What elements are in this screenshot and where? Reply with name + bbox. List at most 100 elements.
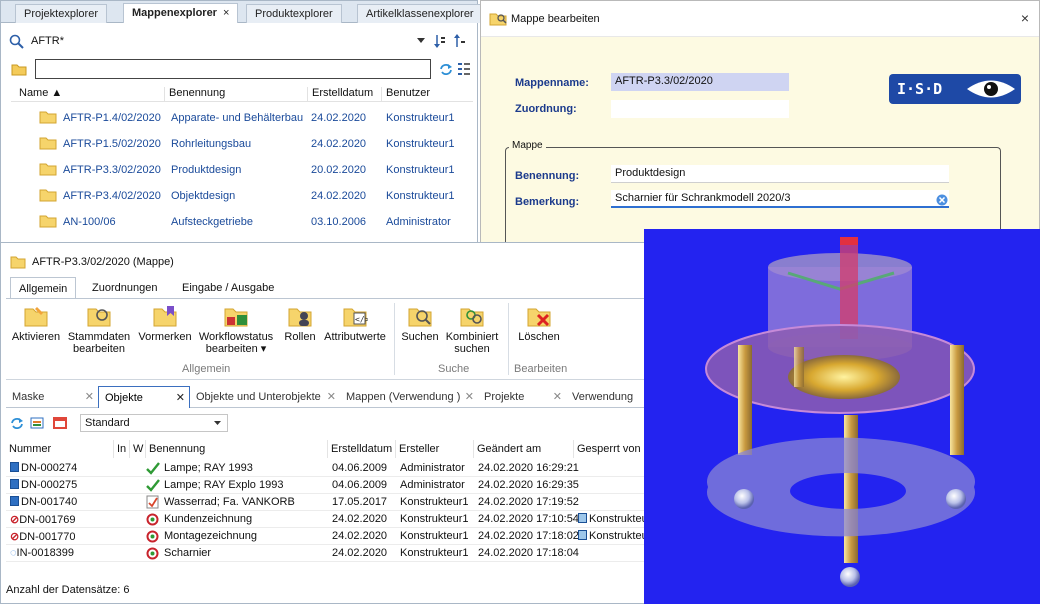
filter-input[interactable] — [35, 59, 431, 79]
tab-eingabe-ausgabe[interactable]: Eingabe / Ausgabe — [174, 277, 282, 299]
chevron-down-icon[interactable] — [417, 38, 425, 44]
column-header-ersteller[interactable]: Ersteller — [396, 440, 474, 458]
folder-date: 03.10.2006 — [311, 216, 367, 228]
cell-text: DN-001769 — [19, 514, 76, 526]
kombiniert-suchen-button[interactable]: Kombiniert suchen — [440, 303, 504, 355]
close-icon[interactable]: ✕ — [176, 391, 185, 404]
close-icon[interactable]: × — [223, 7, 229, 19]
clear-icon[interactable] — [936, 194, 948, 206]
folder-edit-icon — [86, 303, 112, 329]
cell-ersteller: Konstrukteur1 — [400, 513, 469, 525]
group-separator — [508, 303, 509, 375]
refresh-icon[interactable] — [439, 63, 453, 75]
table-row[interactable]: DN-001740 Wasserrad; Fa. VANKORB 17.05.2… — [6, 494, 646, 511]
tab-mappenexplorer[interactable]: Mappenexplorer × — [123, 3, 239, 23]
sort-ascending-icon[interactable] — [433, 33, 447, 49]
tab-allgemein[interactable]: Allgemein — [10, 277, 77, 299]
list-item[interactable]: AFTR-P1.5/02/2020 Rohrleitungsbau 24.02.… — [11, 131, 473, 157]
check-icon — [146, 462, 160, 475]
tab-projekte[interactable]: Projekte ✕ — [478, 386, 566, 408]
cell-erstelldatum: 04.06.2009 — [332, 479, 388, 491]
column-header-in[interactable]: In — [114, 440, 130, 458]
status-record-count: Anzahl der Datensätze: 6 — [6, 584, 130, 596]
column-header-w[interactable]: W — [130, 440, 146, 458]
folder-icon — [39, 215, 57, 228]
tab-produktexplorer[interactable]: Produktexplorer — [246, 4, 342, 23]
tab-objekte-und-unterobjekte[interactable]: Objekte und Unterobjekte ✕ — [190, 386, 340, 408]
column-header-benennung[interactable]: Benennung — [146, 440, 328, 458]
tab-mappen-verwendung[interactable]: Mappen (Verwendung ) ✕ — [340, 386, 478, 408]
dialog-titlebar: Mappe bearbeiten × — [481, 1, 1039, 37]
table-row[interactable]: ◌IN-0018399 Scharnier 24.02.2020 Konstru… — [6, 545, 646, 562]
tab-zuordnungen[interactable]: Zuordnungen — [84, 277, 165, 299]
column-header-nummer[interactable]: Nummer — [6, 440, 114, 458]
workflowstatus-button[interactable]: Workflowstatus bearbeiten ▾ — [196, 303, 276, 355]
loeschen-button[interactable]: Löschen — [514, 303, 564, 343]
refresh-icon[interactable] — [10, 417, 24, 429]
attributwerte-button[interactable]: </> Attributwerte — [320, 303, 390, 343]
column-header-gesperrt-von[interactable]: Gesperrt von — [574, 440, 646, 458]
cell-ersteller: Administrator — [400, 479, 465, 491]
layout-icon[interactable] — [52, 416, 68, 430]
sort-descending-icon[interactable] — [453, 33, 467, 49]
zuordnung-label: Zuordnung: — [515, 103, 577, 115]
table-row[interactable]: ⊘DN-001770 Montagezeichnung 24.02.2020 K… — [6, 528, 646, 545]
vormerken-button[interactable]: Vormerken — [136, 303, 194, 343]
bemerkung-field[interactable]: Scharnier für Schrankmodell 2020/3 — [611, 190, 949, 208]
export-icon[interactable] — [30, 416, 46, 430]
layout-select[interactable]: Standard — [80, 414, 228, 432]
tab-maske[interactable]: Maske ✕ — [6, 386, 98, 408]
column-settings-icon[interactable] — [457, 61, 471, 77]
list-item[interactable]: AN-100/06 Aufsteckgetriebe 03.10.2006 Ad… — [11, 209, 473, 235]
close-button[interactable]: × — [1021, 10, 1029, 26]
zuordnung-field[interactable] — [611, 100, 789, 118]
cell-text: DN-001770 — [19, 531, 76, 543]
column-header-erstelldatum[interactable]: Erstelldatum — [328, 440, 396, 458]
close-icon[interactable]: ✕ — [327, 390, 336, 403]
cell-ersteller: Konstrukteur1 — [400, 530, 469, 542]
stammdaten-bearbeiten-button[interactable]: Stammdaten bearbeiten — [66, 303, 132, 355]
cell-erstelldatum: 24.02.2020 — [332, 530, 388, 542]
suchen-button[interactable]: Suchen — [400, 303, 440, 343]
column-header-geaendert-am[interactable]: Geändert am — [474, 440, 574, 458]
cell-ersteller: Konstrukteur1 — [400, 496, 469, 508]
search-row[interactable]: AFTR* — [7, 31, 473, 53]
cell-geaendert: 24.02.2020 17:18:02 — [478, 530, 579, 542]
list-item[interactable]: AFTR-P1.4/02/2020 Apparate- und Behälter… — [11, 105, 473, 131]
benennung-field[interactable]: Produktdesign — [611, 165, 949, 183]
close-icon[interactable]: ✕ — [553, 390, 562, 403]
cell-erstelldatum: 24.02.2020 — [332, 547, 388, 559]
eye-icon — [967, 80, 1015, 98]
mappenname-field[interactable]: AFTR-P3.3/02/2020 — [611, 73, 789, 91]
tab-projektexplorer[interactable]: Projektexplorer — [15, 4, 107, 23]
filter-row — [7, 59, 473, 81]
tab-verwendung[interactable]: Verwendung — [566, 386, 646, 408]
cell-text: DN-000274 — [21, 462, 78, 474]
close-icon[interactable]: ✕ — [465, 390, 474, 403]
close-icon[interactable]: ✕ — [85, 390, 94, 403]
column-header-erstelldatum[interactable]: Erstelldatum — [307, 87, 373, 102]
list-item[interactable]: AFTR-P3.4/02/2020 Objektdesign 24.02.202… — [11, 183, 473, 209]
logo-text: I·S·D — [897, 80, 943, 98]
bemerkung-label: Bemerkung: — [515, 196, 580, 208]
cell-benennung: Lampe; RAY Explo 1993 — [164, 479, 284, 491]
tab-objekte[interactable]: Objekte ✕ — [98, 386, 190, 408]
folder-icon — [11, 64, 27, 76]
aktivieren-button[interactable]: Aktivieren — [8, 303, 64, 343]
tab-artikelklassenexplorer[interactable]: Artikelklassenexplorer — [357, 4, 483, 23]
locked-document-icon: ⊘ — [10, 514, 20, 526]
table-row[interactable]: ⊘DN-001769 Kundenzeichnung 24.02.2020 Ko… — [6, 511, 646, 528]
column-header-benutzer[interactable]: Benutzer — [381, 87, 430, 102]
cell-benennung: Kundenzeichnung — [164, 513, 253, 525]
column-header-benennung[interactable]: Benennung — [164, 87, 225, 102]
folder-icon — [39, 111, 57, 124]
column-header-name[interactable]: Name ▲ — [19, 87, 62, 102]
button-label: suchen — [454, 343, 490, 355]
svg-text:</>: </> — [355, 315, 368, 324]
3d-model-viewport[interactable] — [644, 229, 1040, 604]
rollen-button[interactable]: Rollen — [280, 303, 320, 343]
table-row[interactable]: DN-000274 Lampe; RAY 1993 04.06.2009 Adm… — [6, 460, 646, 477]
table-row[interactable]: DN-000275 Lampe; RAY Explo 1993 04.06.20… — [6, 477, 646, 494]
workflow-cycle-icon — [146, 530, 159, 543]
list-item[interactable]: AFTR-P3.3/02/2020 Produktdesign 20.02.20… — [11, 157, 473, 183]
